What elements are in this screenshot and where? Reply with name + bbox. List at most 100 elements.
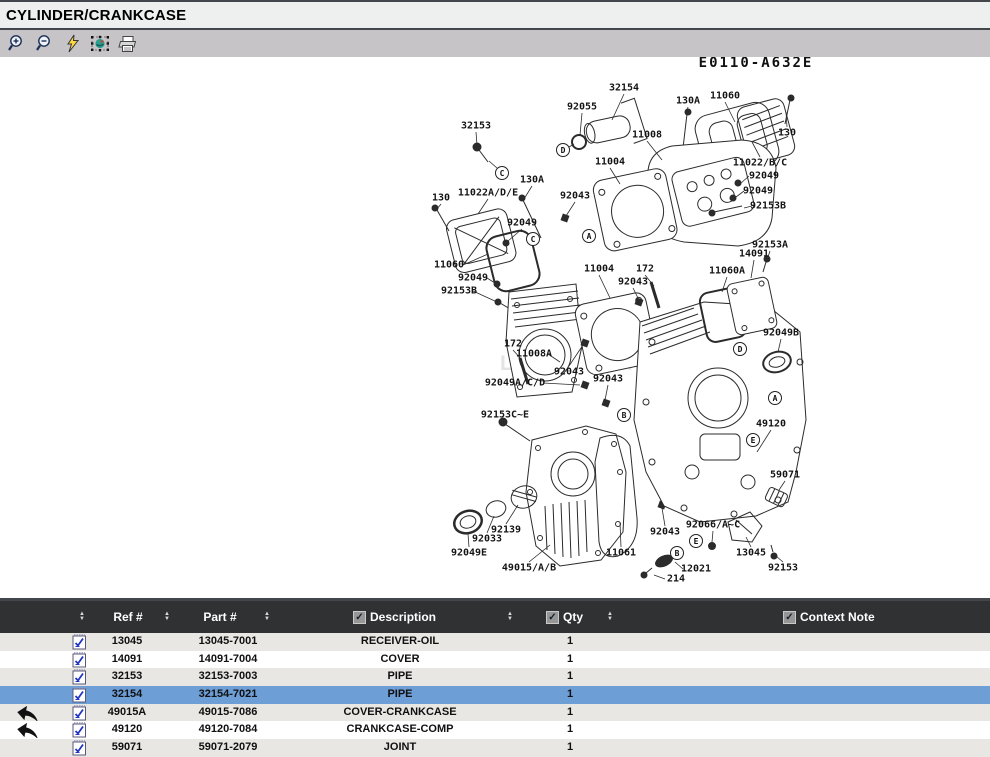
- part-number-label[interactable]: 11060A: [709, 266, 745, 277]
- part-number-label[interactable]: 92043: [554, 367, 584, 378]
- part-number-label[interactable]: 12021: [681, 564, 711, 575]
- part-number-label[interactable]: 92066/A~C: [686, 520, 740, 531]
- reference-letter-badge: C: [526, 232, 540, 246]
- part-number-label[interactable]: 92049: [507, 218, 537, 229]
- part-number-label[interactable]: 11004: [584, 264, 614, 275]
- part-number-label[interactable]: 130: [778, 128, 796, 139]
- part-number-label[interactable]: 59071: [770, 470, 800, 481]
- part-number-label[interactable]: 130: [432, 193, 450, 204]
- table-row[interactable]: 32154 32154-7021 PIPE 1: [0, 686, 990, 704]
- description-cell: PIPE: [295, 668, 505, 686]
- reference-letter-badge: A: [582, 229, 596, 243]
- context-note-checkbox[interactable]: ✓: [783, 611, 796, 624]
- sort-icon[interactable]: ▲▼: [79, 601, 85, 633]
- description-checkbox[interactable]: ✓: [353, 611, 366, 624]
- ref-number-cell: 14091: [92, 651, 162, 669]
- image-select-button[interactable]: [89, 33, 111, 54]
- edit-note-icon[interactable]: [72, 669, 87, 685]
- part-number-label[interactable]: 49120: [756, 419, 786, 430]
- edit-note-icon[interactable]: [72, 722, 87, 738]
- part-number-cell: 32154-7021: [173, 686, 283, 704]
- part-number-label[interactable]: 32154: [609, 83, 639, 94]
- part-number-label[interactable]: 11061: [606, 548, 636, 559]
- qty-cell: 1: [540, 704, 600, 722]
- table-row[interactable]: 14091 14091-7004 COVER 1: [0, 651, 990, 669]
- part-number-label[interactable]: 11060: [710, 91, 740, 102]
- edit-note-icon[interactable]: [72, 705, 87, 721]
- part-number-label[interactable]: 92153C~E: [481, 410, 529, 421]
- part-number-label[interactable]: 92043: [618, 277, 648, 288]
- linked-arrow-icon[interactable]: [14, 722, 41, 738]
- column-header-context-note[interactable]: Context Note: [800, 610, 875, 624]
- ref-number-cell: 32154: [92, 686, 162, 704]
- image-select-icon: [90, 35, 110, 53]
- column-header-qty[interactable]: Qty: [563, 610, 583, 624]
- part-number-label[interactable]: 11060: [434, 260, 464, 271]
- column-header-ref[interactable]: Ref #: [113, 601, 142, 633]
- edit-note-icon[interactable]: [72, 740, 87, 756]
- part-number-label[interactable]: 92153: [768, 563, 798, 574]
- part-number-label[interactable]: 11008A: [516, 349, 552, 360]
- part-number-label[interactable]: 172: [636, 264, 654, 275]
- print-button[interactable]: [117, 33, 139, 54]
- table-row[interactable]: 49120 49120-7084 CRANKCASE-COMP 1: [0, 721, 990, 739]
- context-note-cell: [700, 668, 985, 686]
- description-cell: CRANKCASE-COMP: [295, 721, 505, 739]
- part-number-label[interactable]: 92049A/C/D: [485, 378, 545, 389]
- part-number-cell: 49015-7086: [173, 704, 283, 722]
- part-number-label[interactable]: 13045: [736, 548, 766, 559]
- part-number-label[interactable]: 92033: [472, 534, 502, 545]
- part-number-label[interactable]: 11008: [632, 130, 662, 141]
- part-number-label[interactable]: 92153B: [441, 286, 477, 297]
- table-row[interactable]: 49015A 49015-7086 COVER-CRANKCASE 1: [0, 704, 990, 722]
- part-number-label[interactable]: 92049B: [763, 328, 799, 339]
- part-number-label[interactable]: 11022/B/C: [733, 158, 787, 169]
- edit-note-icon[interactable]: [72, 634, 87, 650]
- diagram-toolbar: [0, 30, 990, 57]
- qty-cell: 1: [540, 668, 600, 686]
- part-number-label[interactable]: 92049E: [451, 548, 487, 559]
- parts-table-body: 13045 13045-7001 RECEIVER-OIL 1 14091 14…: [0, 633, 990, 757]
- table-row[interactable]: 32153 32153-7003 PIPE 1: [0, 668, 990, 686]
- part-number-label[interactable]: 14091: [739, 249, 769, 260]
- part-number-label[interactable]: 32153: [461, 121, 491, 132]
- part-number-label[interactable]: 214: [667, 574, 685, 585]
- column-header-description[interactable]: Description: [370, 610, 436, 624]
- part-number-label[interactable]: 92055: [567, 102, 597, 113]
- part-number-label[interactable]: 92043: [650, 527, 680, 538]
- qty-checkbox[interactable]: ✓: [546, 611, 559, 624]
- table-row[interactable]: 59071 59071-2079 JOINT 1: [0, 739, 990, 757]
- column-header-part[interactable]: Part #: [203, 601, 236, 633]
- lightning-button[interactable]: [61, 33, 83, 54]
- part-number-label[interactable]: 11022A/D/E: [458, 188, 518, 199]
- part-number-label[interactable]: 130A: [520, 175, 544, 186]
- part-number-label[interactable]: 49015/A/B: [502, 563, 556, 574]
- ref-number-cell: 32153: [92, 668, 162, 686]
- part-number-label[interactable]: 92049: [743, 186, 773, 197]
- context-note-cell: [700, 651, 985, 669]
- sort-icon[interactable]: ▲▼: [164, 601, 170, 633]
- part-number-label[interactable]: 92049: [458, 273, 488, 284]
- table-row[interactable]: 13045 13045-7001 RECEIVER-OIL 1: [0, 633, 990, 651]
- part-number-label[interactable]: 92153B: [750, 201, 786, 212]
- part-number-label[interactable]: 92043: [593, 374, 623, 385]
- ref-number-cell: 49015A: [92, 704, 162, 722]
- part-number-label[interactable]: 92049: [749, 171, 779, 182]
- edit-note-icon[interactable]: [72, 687, 87, 703]
- ref-number-cell: 49120: [92, 721, 162, 739]
- zoom-in-button[interactable]: [5, 33, 27, 54]
- sort-icon[interactable]: ▲▼: [507, 601, 513, 633]
- zoom-out-button[interactable]: [33, 33, 55, 54]
- part-number-label[interactable]: 130A: [676, 96, 700, 107]
- linked-arrow-icon[interactable]: [14, 705, 41, 721]
- sort-icon[interactable]: ▲▼: [264, 601, 270, 633]
- qty-cell: 1: [540, 721, 600, 739]
- diagram-code: E0110-A632E: [699, 55, 814, 71]
- part-number-cell: 32153-7003: [173, 668, 283, 686]
- part-number-label[interactable]: 11004: [595, 157, 625, 168]
- edit-note-icon[interactable]: [72, 652, 87, 668]
- ref-number-cell: 59071: [92, 739, 162, 757]
- sort-icon[interactable]: ▲▼: [607, 601, 613, 633]
- reference-letter-badge: D: [733, 342, 747, 356]
- part-number-label[interactable]: 92043: [560, 191, 590, 202]
